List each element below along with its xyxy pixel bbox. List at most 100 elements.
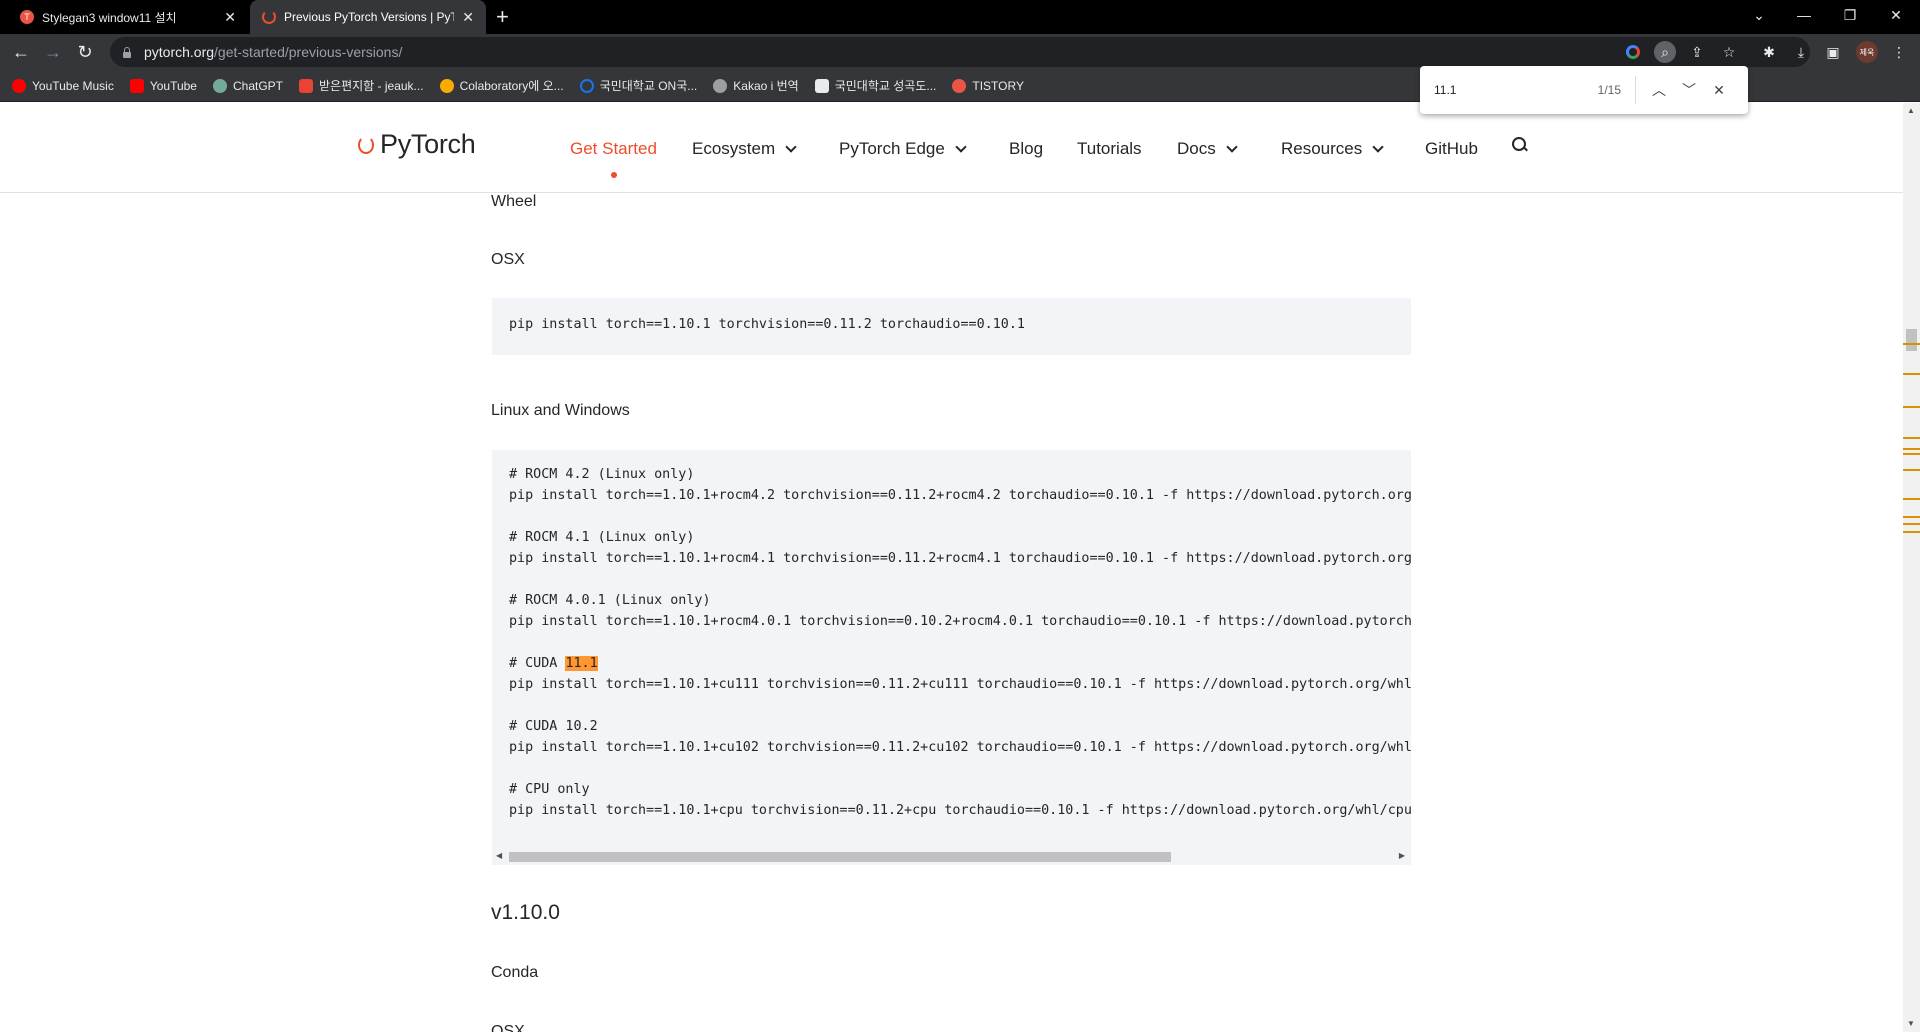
- main-content: Wheel OSX pip install torch==1.10.1 torc…: [0, 193, 1903, 1032]
- share-icon[interactable]: ⇪: [1686, 41, 1708, 63]
- bookmark-gmail[interactable]: 받은편지함 - jeauk...: [299, 77, 424, 94]
- tistory-icon: [952, 78, 967, 93]
- find-match-highlight: 11.1: [565, 656, 598, 671]
- site-search-icon[interactable]: [1512, 137, 1530, 155]
- minimize-icon[interactable]: —: [1782, 0, 1826, 30]
- bookmark-kakao-translate[interactable]: Kakao i 번역: [713, 77, 799, 94]
- logo-text: PyTorch: [380, 129, 476, 159]
- menu-kebab-icon[interactable]: ⋮: [1888, 41, 1910, 63]
- scroll-up-icon[interactable]: ▲: [1907, 106, 1915, 115]
- bookmark-label: 국민대학교 ON국...: [599, 79, 698, 93]
- kookmin-library-icon: [814, 78, 829, 93]
- chevron-down-icon: [785, 140, 797, 153]
- find-match-marker: [1903, 523, 1920, 525]
- bookmark-colab[interactable]: Colaboratory에 오...: [439, 77, 564, 94]
- code-line: pip install torch==1.10.1+rocm4.1 torchv…: [509, 551, 1411, 566]
- bookmark-label: YouTube: [149, 78, 197, 93]
- scroll-down-icon[interactable]: ▼: [1907, 1019, 1915, 1028]
- kakao-translate-icon: [713, 78, 728, 93]
- close-tab-icon[interactable]: ✕: [224, 9, 236, 26]
- download-icon[interactable]: ⤓: [1790, 41, 1812, 63]
- find-bar: 11.1 1/15 ︿ ﹀ ✕: [1420, 66, 1748, 114]
- find-match-marker: [1903, 516, 1920, 518]
- bookmark-star-icon[interactable]: ☆: [1718, 41, 1740, 63]
- nav-pytorch-edge[interactable]: PyTorch Edge: [839, 139, 967, 159]
- code-horizontal-scrollbar[interactable]: ◀ ▶: [492, 849, 1411, 865]
- chatgpt-icon: [212, 78, 227, 93]
- scroll-right-icon[interactable]: ▶: [1399, 851, 1405, 860]
- pytorch-favicon-icon: [262, 10, 276, 24]
- code-block-osx[interactable]: pip install torch==1.10.1 torchvision==0…: [492, 298, 1411, 355]
- find-close-icon[interactable]: ✕: [1704, 82, 1734, 99]
- code-comment: # ROCM 4.0.1 (Linux only): [509, 593, 711, 608]
- close-window-icon[interactable]: ✕: [1874, 0, 1918, 30]
- nav-label: Ecosystem: [692, 139, 776, 158]
- address-bar[interactable]: pytorch.org/get-started/previous-version…: [110, 37, 1810, 67]
- nav-label: PyTorch Edge: [839, 139, 945, 158]
- nav-ecosystem[interactable]: Ecosystem: [692, 139, 797, 159]
- lock-icon[interactable]: [122, 46, 132, 58]
- bookmark-kookmin-library[interactable]: 국민대학교 성곡도...: [814, 77, 937, 94]
- bookmark-label: 국민대학교 성곡도...: [834, 79, 937, 93]
- find-match-marker: [1903, 469, 1920, 471]
- tistory-favicon-icon: T: [20, 10, 34, 24]
- find-match-marker: [1903, 406, 1920, 408]
- bookmark-kookmin-on[interactable]: 국민대학교 ON국...: [579, 77, 698, 94]
- nav-label: Docs: [1177, 139, 1216, 158]
- tab-title: Previous PyTorch Versions | PyTorch: [284, 10, 455, 24]
- section-heading-wheel: Wheel: [491, 193, 537, 210]
- find-next-icon[interactable]: ﹀: [1674, 80, 1704, 100]
- scroll-left-icon[interactable]: ◀: [496, 851, 502, 860]
- youtube-music-icon: [12, 78, 26, 93]
- bookmark-youtube-music[interactable]: YouTube Music: [12, 78, 114, 93]
- tab-pytorch-versions[interactable]: Previous PyTorch Versions | PyTorch ✕: [250, 0, 486, 34]
- find-match-marker: [1903, 343, 1920, 345]
- forward-icon[interactable]: →: [41, 40, 65, 64]
- nav-docs[interactable]: Docs: [1177, 139, 1238, 159]
- nav-get-started[interactable]: Get Started: [570, 139, 657, 159]
- restore-icon[interactable]: ❐: [1828, 0, 1872, 30]
- code-comment: # ROCM 4.2 (Linux only): [509, 467, 695, 482]
- find-input[interactable]: 11.1: [1434, 83, 1598, 97]
- side-panel-icon[interactable]: ▣: [1822, 41, 1844, 63]
- nav-blog[interactable]: Blog: [1009, 139, 1043, 159]
- bookmark-label: YouTube Music: [32, 78, 114, 93]
- bookmark-tistory[interactable]: TISTORY: [952, 78, 1024, 93]
- find-previous-icon[interactable]: ︿: [1644, 80, 1674, 100]
- google-lens-icon[interactable]: [1622, 41, 1644, 63]
- pytorch-logo[interactable]: PyTorch: [358, 129, 476, 160]
- close-tab-icon[interactable]: ✕: [462, 9, 474, 26]
- back-icon[interactable]: ←: [9, 40, 33, 64]
- extensions-icon[interactable]: ✱: [1758, 41, 1780, 63]
- tab-search-icon[interactable]: ⌄: [1737, 0, 1781, 30]
- nav-github[interactable]: GitHub: [1425, 139, 1478, 159]
- active-indicator: [611, 172, 617, 178]
- nav-resources[interactable]: Resources: [1281, 139, 1384, 159]
- nav-label: Get Started: [570, 139, 657, 158]
- section-heading-osx: OSX: [491, 1023, 525, 1032]
- page-vertical-scrollbar[interactable]: ▲ ▼: [1903, 103, 1920, 1032]
- bookmark-chatgpt[interactable]: ChatGPT: [212, 78, 283, 93]
- code-line: pip install torch==1.10.1+rocm4.2 torchv…: [509, 488, 1411, 503]
- tab-stylegan[interactable]: T Stylegan3 window11 설치 ✕: [8, 0, 248, 34]
- code-line: pip install torch==1.10.1+rocm4.0.1 torc…: [509, 614, 1411, 629]
- find-in-page-icon[interactable]: ⌕: [1654, 41, 1676, 63]
- code-comment: # CPU only: [509, 782, 590, 797]
- url-path: /get-started/previous-versions/: [214, 44, 403, 60]
- nav-tutorials[interactable]: Tutorials: [1077, 139, 1142, 159]
- scrollbar-thumb[interactable]: [509, 852, 1171, 862]
- nav-label: Blog: [1009, 139, 1044, 158]
- scrollbar-thumb[interactable]: [1906, 329, 1917, 351]
- reload-icon[interactable]: ↻: [73, 40, 97, 64]
- section-heading-linux-windows: Linux and Windows: [491, 402, 630, 419]
- chevron-down-icon: [1372, 140, 1384, 153]
- gmail-icon: [299, 78, 313, 93]
- bookmark-youtube[interactable]: YouTube: [129, 78, 197, 93]
- profile-avatar[interactable]: 제욱: [1856, 41, 1878, 63]
- nav-label: Resources: [1281, 139, 1363, 158]
- find-match-marker: [1903, 453, 1920, 455]
- pytorch-flame-icon: [358, 135, 374, 154]
- new-tab-button[interactable]: +: [496, 5, 509, 29]
- find-match-marker: [1903, 498, 1920, 500]
- code-block-linux-windows[interactable]: # ROCM 4.2 (Linux only) pip install torc…: [492, 450, 1411, 865]
